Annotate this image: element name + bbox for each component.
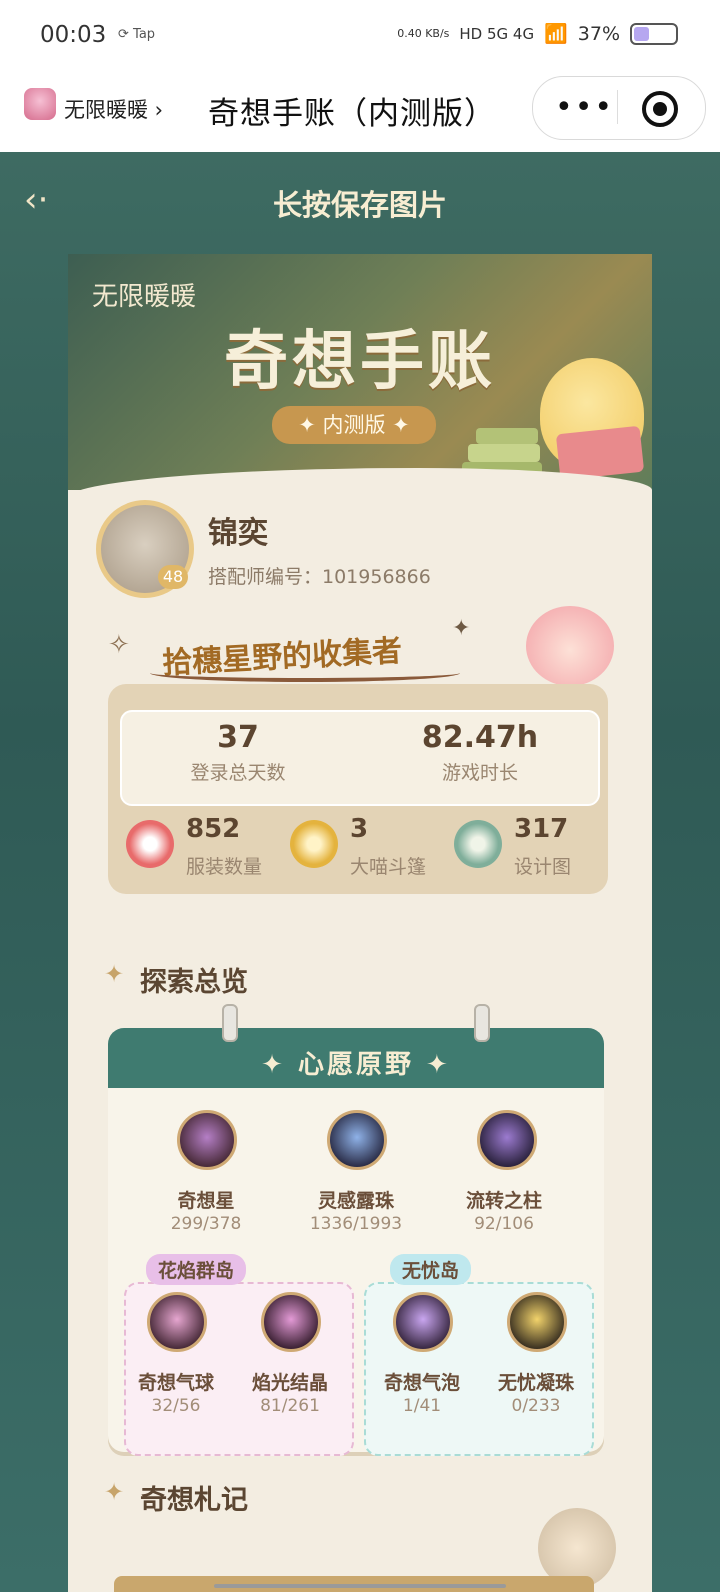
item-name: 奇想星 bbox=[177, 1190, 235, 1212]
tap-label: Tap bbox=[133, 27, 156, 42]
section-star-icon: ✦ bbox=[104, 960, 125, 988]
bubble-icon bbox=[393, 1292, 453, 1352]
item-count: 32/56 bbox=[151, 1396, 201, 1416]
item-name: 无忧凝珠 bbox=[497, 1372, 574, 1394]
level-badge: 48 bbox=[158, 565, 188, 589]
battery-percent: 37% bbox=[577, 22, 620, 45]
item-name: 奇想气泡 bbox=[383, 1372, 460, 1394]
status-right-group: 0.40 KB/s HD 5G 4G 📶 37% bbox=[397, 22, 678, 45]
cloaks-value: 3 bbox=[350, 814, 369, 844]
notes-heading: 奇想札记 bbox=[140, 1485, 248, 1516]
capsule-divider bbox=[617, 90, 618, 124]
binder-ring bbox=[222, 1004, 238, 1042]
sparkle-icon: ✦ bbox=[452, 616, 471, 641]
carefree-pearl-icon bbox=[507, 1292, 567, 1352]
island-tag: 无忧岛 bbox=[390, 1254, 472, 1285]
outfit-icon bbox=[126, 820, 174, 868]
play-time-value: 82.47h bbox=[421, 720, 539, 755]
flame-crystal-icon bbox=[261, 1292, 321, 1352]
compass-star-icon: ✧ bbox=[108, 630, 130, 660]
binder-ring bbox=[474, 1004, 490, 1042]
login-days-value: 37 bbox=[217, 720, 259, 755]
dew-drop-icon bbox=[327, 1110, 387, 1170]
battery-icon bbox=[630, 22, 678, 45]
login-days-label: 登录总天数 bbox=[190, 762, 286, 784]
network-indicators: HD 5G 4G bbox=[459, 24, 535, 43]
close-miniprogram-icon[interactable] bbox=[642, 91, 678, 127]
item-count: 92/106 bbox=[474, 1214, 534, 1234]
item-count: 1336/1993 bbox=[309, 1214, 403, 1234]
cat-cloak-icon bbox=[290, 820, 338, 868]
blueprint-icon bbox=[454, 820, 502, 868]
outfits-label: 服装数量 bbox=[186, 856, 263, 878]
banner-title: 奇想手账 bbox=[224, 324, 496, 399]
stylist-id: 搭配师编号：101956866 bbox=[208, 566, 431, 588]
user-name: 锦奕 bbox=[208, 516, 268, 551]
item-name: 奇想气球 bbox=[137, 1372, 214, 1394]
girl-sticker bbox=[526, 606, 614, 686]
item-count: 1/41 bbox=[402, 1396, 442, 1416]
pillar-icon bbox=[477, 1110, 537, 1170]
page-heading: 长按保存图片 bbox=[272, 188, 447, 222]
cloaks-label: 大喵斗篷 bbox=[350, 856, 427, 878]
whimstar-icon bbox=[177, 1110, 237, 1170]
nav-title: 奇想手账（内测版） bbox=[208, 96, 496, 132]
item-name: 焰光结晶 bbox=[251, 1372, 328, 1394]
mini-app-avatar[interactable] bbox=[24, 88, 56, 120]
item-count: 81/261 bbox=[260, 1396, 320, 1416]
title-swoosh bbox=[150, 664, 460, 682]
mini-app-name-link[interactable]: 无限暖暖 › bbox=[64, 94, 163, 124]
wish-field-title: ✦ 心愿原野 ✦ bbox=[261, 1050, 451, 1080]
status-time: 00:03 bbox=[40, 22, 107, 48]
wifi-icon: 📶 bbox=[544, 23, 568, 45]
outfits-value: 852 bbox=[186, 814, 241, 844]
more-button[interactable]: ••• bbox=[555, 90, 614, 125]
island-tag: 花焰群岛 bbox=[146, 1254, 247, 1285]
home-indicator bbox=[214, 1584, 506, 1588]
section-star-icon: ✦ bbox=[104, 1478, 125, 1506]
item-name: 流转之柱 bbox=[465, 1190, 542, 1212]
beta-ribbon: ✦ 内测版 ✦ bbox=[272, 406, 436, 444]
item-count: 299/378 bbox=[170, 1214, 242, 1234]
net-speed: 0.40 KB/s bbox=[397, 27, 450, 40]
play-time-label: 游戏时长 bbox=[441, 762, 518, 784]
item-name: 灵感露珠 bbox=[317, 1190, 394, 1212]
balloon-icon bbox=[147, 1292, 207, 1352]
blueprints-label: 设计图 bbox=[514, 856, 572, 878]
explore-heading: 探索总览 bbox=[140, 967, 248, 998]
item-count: 0/233 bbox=[511, 1396, 561, 1416]
brand-logo: 无限暖暖 bbox=[92, 282, 197, 312]
blueprints-value: 317 bbox=[514, 814, 569, 844]
tap-indicator: ⟳ Tap bbox=[118, 27, 156, 42]
duck-book bbox=[555, 425, 645, 481]
